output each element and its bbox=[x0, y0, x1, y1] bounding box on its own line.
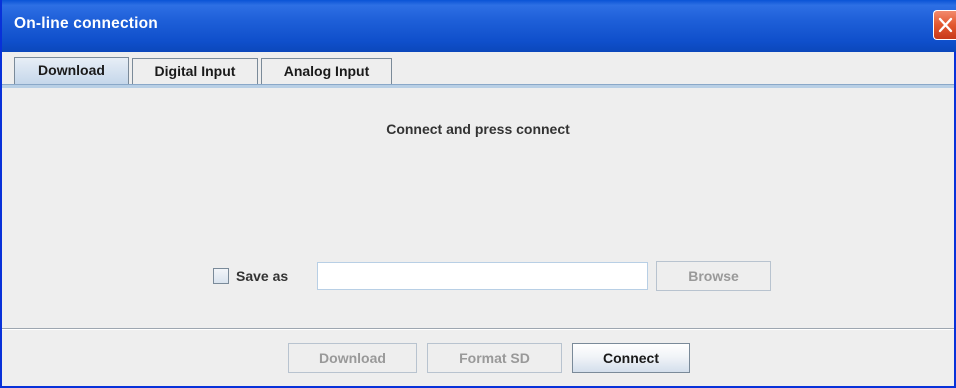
browse-button[interactable]: Browse bbox=[656, 261, 771, 291]
tab-download[interactable]: Download bbox=[14, 57, 129, 85]
save-as-checkbox[interactable] bbox=[213, 268, 229, 284]
connect-button[interactable]: Connect bbox=[572, 343, 690, 373]
save-as-label: Save as bbox=[236, 268, 289, 284]
status-message: Connect and press connect bbox=[386, 121, 570, 137]
title-bar[interactable]: On-line connection bbox=[2, 0, 956, 52]
tab-content-border bbox=[2, 84, 954, 88]
close-button[interactable] bbox=[933, 10, 956, 40]
download-button[interactable]: Download bbox=[288, 343, 417, 373]
window-title: On-line connection bbox=[14, 15, 158, 32]
tab-analog-input[interactable]: Analog Input bbox=[261, 58, 392, 84]
format-sd-button[interactable]: Format SD bbox=[427, 343, 562, 373]
online-connection-window: On-line connection Download Digital Inpu… bbox=[0, 0, 956, 388]
close-icon bbox=[938, 17, 953, 33]
save-as-path-input[interactable] bbox=[317, 262, 648, 290]
footer-divider bbox=[2, 328, 954, 330]
tab-digital-input[interactable]: Digital Input bbox=[132, 58, 258, 84]
